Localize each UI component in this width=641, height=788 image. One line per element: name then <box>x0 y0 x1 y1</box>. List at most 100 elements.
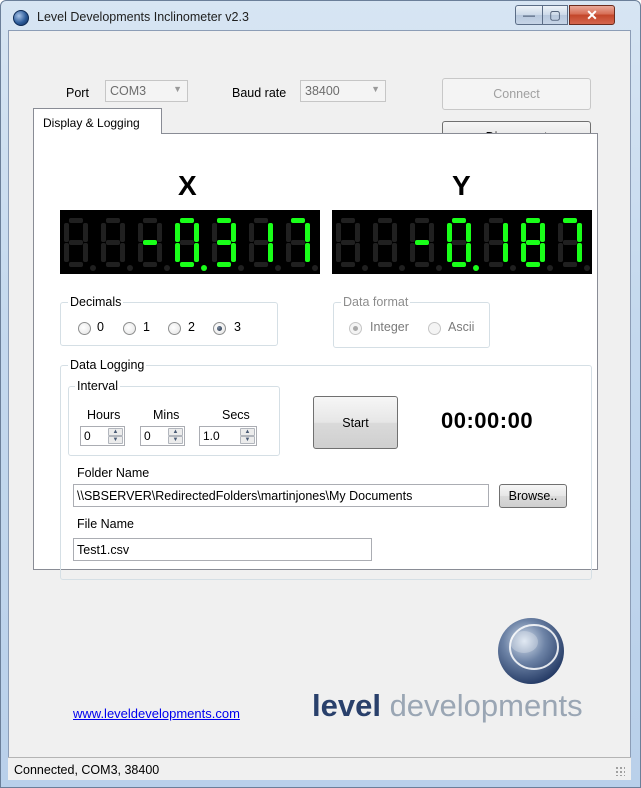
segment-e <box>138 243 143 262</box>
chevron-down-icon[interactable]: ▼ <box>108 436 123 444</box>
segment-d <box>217 262 231 267</box>
website-link[interactable]: www.leveldevelopments.com <box>73 706 240 721</box>
segment-c <box>540 243 545 262</box>
chevron-down-icon[interactable]: ▼ <box>240 436 255 444</box>
hours-stepper[interactable]: 0 ▲ ▼ <box>80 426 125 446</box>
maximize-button[interactable]: ▢ <box>542 5 568 25</box>
segment-b <box>268 223 273 242</box>
segment-a <box>526 218 540 223</box>
title-bar[interactable]: Level Developments Inclinometer v2.3 — ▢… <box>1 1 640 31</box>
segment-d <box>69 262 83 267</box>
segment-a <box>69 218 83 223</box>
segment-b <box>231 223 236 242</box>
chevron-down-icon[interactable]: ▼ <box>168 436 183 444</box>
segment-e <box>336 243 341 262</box>
segment-e <box>373 243 378 262</box>
close-button[interactable]: ✕ <box>569 5 615 25</box>
data-format-group-title: Data format <box>341 295 411 309</box>
chevron-up-icon[interactable]: ▲ <box>168 428 183 436</box>
chevron-down-icon: ▼ <box>173 84 182 94</box>
segment-g <box>180 240 194 245</box>
segment-d <box>180 262 194 267</box>
segment-f <box>175 223 180 242</box>
segment-d <box>526 262 540 267</box>
tab-display-logging[interactable]: Display & Logging <box>33 108 162 134</box>
segment-e <box>410 243 415 262</box>
segment-g <box>526 240 540 245</box>
chevron-up-icon[interactable]: ▲ <box>240 428 255 436</box>
data-format-radio-integer[interactable] <box>349 322 362 335</box>
mins-stepper[interactable]: 0 ▲ ▼ <box>140 426 185 446</box>
segment-b <box>392 223 397 242</box>
segment-e <box>212 243 217 262</box>
segment-a <box>489 218 503 223</box>
chevron-down-icon: ▼ <box>371 84 380 94</box>
start-button[interactable]: Start <box>313 396 398 449</box>
segment-f <box>138 223 143 242</box>
segment-f <box>101 223 106 242</box>
segment-e <box>447 243 452 262</box>
decimals-option-label: 1 <box>143 320 150 334</box>
minimize-button[interactable]: — <box>515 5 542 25</box>
segment-b <box>429 223 434 242</box>
segment-b <box>120 223 125 242</box>
segment-a <box>106 218 120 223</box>
segment-d <box>143 262 157 267</box>
segment-a <box>254 218 268 223</box>
chevron-up-icon[interactable]: ▲ <box>108 428 123 436</box>
status-text: Connected, COM3, 38400 <box>14 763 160 777</box>
file-name-input[interactable]: Test1.csv <box>73 538 372 561</box>
company-logo-text: level developments <box>312 688 583 724</box>
mins-label: Mins <box>153 408 180 422</box>
decimals-option-label: 3 <box>234 320 241 334</box>
port-select[interactable]: COM3 ▼ <box>105 80 188 102</box>
segment-b <box>157 223 162 242</box>
segment-f <box>249 223 254 242</box>
segment-f <box>373 223 378 242</box>
data-logging-group-title: Data Logging <box>68 358 147 372</box>
decimals-radio-1[interactable] <box>123 322 136 335</box>
segment-a <box>180 218 194 223</box>
logo-text-bold: level <box>312 688 381 723</box>
segment-f <box>64 223 69 242</box>
segment-c <box>231 243 236 262</box>
segment-b <box>83 223 88 242</box>
data-format-radio-ascii[interactable] <box>428 322 441 335</box>
connect-button[interactable]: Connect <box>442 78 591 110</box>
segment-d <box>291 262 305 267</box>
baud-rate-select[interactable]: 38400 ▼ <box>300 80 386 102</box>
decimals-radio-0[interactable] <box>78 322 91 335</box>
segment-b <box>577 223 582 242</box>
segment-d <box>415 262 429 267</box>
port-value: COM3 <box>110 84 147 98</box>
decimals-radio-3[interactable] <box>213 322 226 335</box>
segment-c <box>392 243 397 262</box>
status-bar: Connected, COM3, 38400 <box>8 757 631 780</box>
segment-g <box>69 240 83 245</box>
segment-g <box>415 240 429 245</box>
resize-grip-icon[interactable] <box>615 766 625 776</box>
segment-d <box>378 262 392 267</box>
segment-a <box>291 218 305 223</box>
decimal-point <box>473 265 479 271</box>
data-format-option-label: Ascii <box>448 320 475 334</box>
segment-c <box>429 243 434 262</box>
segment-b <box>503 223 508 242</box>
decimal-point <box>127 265 133 271</box>
segment-a <box>563 218 577 223</box>
segment-a <box>415 218 429 223</box>
decimals-radio-2[interactable] <box>168 322 181 335</box>
folder-name-label: Folder Name <box>77 466 150 480</box>
elapsed-timer: 00:00:00 <box>441 408 534 433</box>
mins-value: 0 <box>144 429 151 443</box>
secs-value: 1.0 <box>203 429 220 443</box>
folder-name-input[interactable]: \\SBSERVER\RedirectedFolders\martinjones… <box>73 484 489 507</box>
hours-label: Hours <box>87 408 121 422</box>
segment-a <box>341 218 355 223</box>
secs-stepper[interactable]: 1.0 ▲ ▼ <box>199 426 257 446</box>
decimals-option-label: 0 <box>97 320 104 334</box>
segment-c <box>355 243 360 262</box>
segment-c <box>194 243 199 262</box>
segment-d <box>452 262 466 267</box>
browse-button[interactable]: Browse.. <box>499 484 567 508</box>
